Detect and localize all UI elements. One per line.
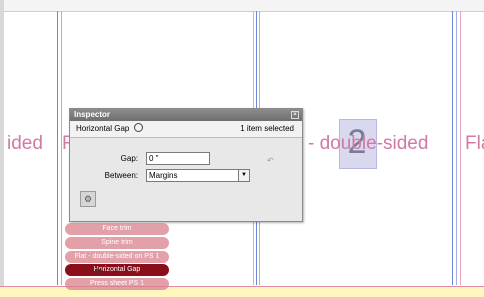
list-item[interactable]: Press sheet PS 1 bbox=[65, 278, 169, 290]
page-guide bbox=[452, 11, 453, 285]
inspector-title-bar[interactable]: Inspector × bbox=[70, 109, 302, 121]
page-label: - double-sided bbox=[308, 133, 429, 154]
list-item-selected[interactable]: Horizontal Gap bbox=[65, 264, 169, 276]
mouse-cursor-icon: ➤ bbox=[95, 266, 104, 277]
ruler-strip bbox=[0, 0, 484, 12]
cycle-icon[interactable] bbox=[133, 123, 143, 133]
selection-count: 1 item selected bbox=[240, 124, 294, 133]
page-guide bbox=[460, 11, 461, 285]
page-label-fragment: ided bbox=[7, 133, 43, 154]
inspector-header: Horizontal Gap 1 item selected bbox=[70, 121, 302, 138]
inspector-panel: Inspector × Horizontal Gap 1 item select… bbox=[69, 108, 303, 222]
list-item[interactable]: Face trim bbox=[65, 223, 169, 235]
close-icon[interactable]: × bbox=[291, 111, 299, 119]
gap-input[interactable]: 0 " bbox=[146, 152, 210, 165]
gap-label: Gap: bbox=[120, 154, 138, 163]
between-select[interactable]: Margins ▼ bbox=[146, 169, 250, 182]
inspector-title: Inspector bbox=[74, 110, 111, 119]
object-type-label: Horizontal Gap bbox=[76, 124, 130, 133]
list-item[interactable]: Spine trim bbox=[65, 237, 169, 249]
settings-tool-icon[interactable]: ⚙ bbox=[80, 191, 96, 207]
page-guide bbox=[57, 11, 58, 285]
page-guide bbox=[456, 11, 457, 285]
chevron-down-icon[interactable]: ▼ bbox=[238, 170, 249, 181]
between-label: Between: bbox=[104, 171, 138, 180]
list-item[interactable]: Flat - double-sided on PS 1 bbox=[65, 251, 169, 263]
page-label-fragment: Fla bbox=[465, 133, 484, 154]
revert-icon[interactable]: ↶ bbox=[267, 156, 274, 165]
window-edge bbox=[0, 0, 4, 296]
between-select-value: Margins bbox=[149, 171, 178, 180]
